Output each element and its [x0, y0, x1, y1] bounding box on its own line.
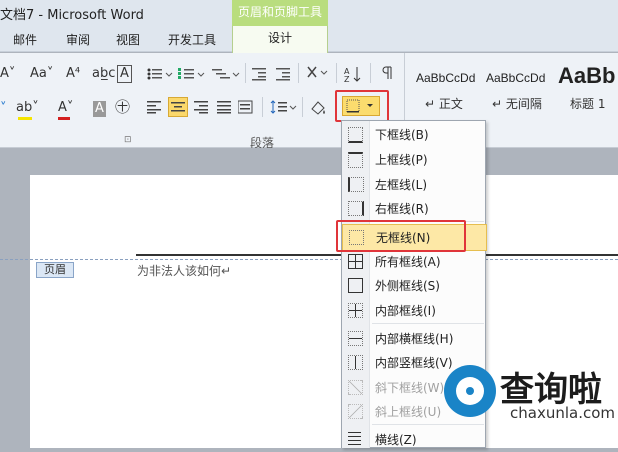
menu-item-label: 内部框线(I)	[375, 304, 436, 318]
justify-icon[interactable]	[217, 100, 233, 114]
character-shading-icon[interactable]: A	[93, 101, 106, 117]
bottom-border-icon	[348, 127, 363, 143]
align-left-icon[interactable]	[147, 100, 163, 114]
menu-item-inside-borders[interactable]: 内部框线(I)	[342, 298, 485, 323]
inside-vertical-border-icon	[348, 355, 363, 370]
watermark-url: chaxunla.com	[510, 404, 615, 422]
window-title: 文档7 - Microsoft Word	[0, 8, 144, 23]
align-center-icon	[171, 102, 185, 112]
menu-item-label: 右框线(R)	[375, 202, 429, 216]
header-text[interactable]: 为非法人该如何↵	[137, 262, 231, 279]
shading-icon[interactable]	[309, 99, 331, 117]
align-center-button[interactable]	[168, 97, 188, 117]
font-color-icon[interactable]: A˅	[58, 100, 73, 116]
style-sample-heading1[interactable]: AaBb	[558, 63, 615, 89]
menu-item-horizontal-line[interactable]: 横线(Z)	[342, 427, 485, 452]
header-bottom-border	[136, 254, 346, 256]
menu-item-right-border[interactable]: 右框线(R)	[342, 196, 485, 221]
top-border-icon	[348, 152, 363, 168]
menu-item-label: 横线(Z)	[375, 433, 417, 447]
asian-layout-icon[interactable]	[306, 65, 330, 81]
separator	[298, 63, 299, 83]
watermark-logo-dot	[466, 387, 474, 395]
separator	[262, 97, 263, 117]
menu-item-outside-borders[interactable]: 外侧框线(S)	[342, 273, 485, 298]
menu-item-top-border[interactable]: 上框线(P)	[342, 147, 485, 172]
menu-item-label: 上框线(P)	[375, 153, 428, 167]
tab-view[interactable]: 视图	[116, 31, 140, 48]
menu-item-bottom-border[interactable]: 下框线(B)	[342, 122, 485, 147]
diagonal-up-border-icon	[348, 404, 363, 419]
horizontal-line-icon	[348, 432, 361, 445]
separator	[370, 63, 371, 83]
menu-item-all-borders[interactable]: 所有框线(A)	[342, 249, 485, 274]
tab-review[interactable]: 审阅	[66, 31, 90, 48]
menu-item-left-border[interactable]: 左框线(L)	[342, 172, 485, 197]
borders-button-highlight-frame	[335, 90, 389, 122]
line-spacing-icon[interactable]	[270, 99, 298, 115]
character-border-icon[interactable]: A	[117, 65, 132, 83]
menu-item-label: 内部横框线(H)	[375, 332, 454, 346]
paragraph-dialog-launcher-icon[interactable]: ⊡	[124, 135, 132, 145]
tab-developer[interactable]: 开发工具	[168, 31, 216, 48]
outside-borders-icon	[348, 278, 363, 293]
menu-item-label: 左框线(L)	[375, 178, 428, 192]
menu-separator	[372, 424, 484, 425]
svg-text:Z: Z	[344, 75, 350, 83]
style-name-no-spacing[interactable]: ↵ 无间隔	[492, 95, 542, 112]
menu-separator	[372, 323, 484, 324]
menu-item-inside-horizontal-border[interactable]: 内部横框线(H)	[342, 326, 485, 351]
all-borders-icon	[348, 254, 363, 269]
header-label-tag: 页眉	[36, 262, 74, 278]
phonetic-icon[interactable]: ab̲c	[92, 66, 115, 82]
sort-icon[interactable]: A Z	[344, 65, 364, 83]
menu-item-label: 所有框线(A)	[375, 255, 441, 269]
tab-mailings[interactable]: 邮件	[13, 31, 37, 48]
highlight-color-icon[interactable]: ab˅	[16, 100, 39, 116]
numbering-icon[interactable]	[178, 67, 208, 81]
menu-item-label: 外侧框线(S)	[375, 279, 440, 293]
menu-item-label: 斜下框线(W)	[375, 381, 445, 395]
text-effects-icon[interactable]: ˅	[0, 101, 7, 117]
left-border-icon	[348, 177, 364, 192]
increase-indent-icon[interactable]	[276, 67, 292, 81]
distributed-icon[interactable]	[238, 100, 254, 114]
style-name-heading1[interactable]: 标题 1	[570, 95, 605, 112]
phonetic-guide-icon[interactable]: A⁴	[66, 66, 80, 82]
menu-item-label: 斜上框线(U)	[375, 405, 442, 419]
context-tab-group-label: 页眉和页脚工具	[232, 0, 328, 26]
ribbon: A˅ Aa˅ A⁴ ab̲c A A Z ˅ ab˅ A˅ A ㊉ AaBbCc…	[0, 53, 618, 148]
separator	[245, 63, 246, 83]
change-case-icon[interactable]: Aa˅	[30, 66, 53, 82]
font-color-swatch	[58, 117, 70, 120]
style-sample-no-spacing[interactable]: AaBbCcDd	[486, 71, 545, 85]
header-boundary-line	[0, 259, 618, 260]
diagonal-down-border-icon	[348, 380, 363, 395]
inside-horizontal-border-icon	[348, 331, 363, 346]
grow-font-icon[interactable]: A˅	[0, 66, 15, 82]
right-border-icon	[348, 201, 364, 216]
style-name-normal[interactable]: ↵ 正文	[425, 95, 463, 112]
menu-item-label: 下框线(B)	[375, 128, 429, 142]
show-formatting-icon[interactable]	[380, 66, 394, 80]
enclose-characters-icon[interactable]: ㊉	[115, 99, 130, 115]
align-right-icon[interactable]	[194, 100, 210, 114]
multilevel-list-icon[interactable]	[212, 67, 242, 81]
inside-borders-icon	[348, 303, 363, 318]
bullets-icon[interactable]	[146, 67, 176, 81]
separator	[336, 63, 337, 83]
menu-item-label: 内部竖框线(V)	[375, 356, 453, 370]
style-sample-normal[interactable]: AaBbCcDd	[416, 71, 475, 85]
separator	[302, 97, 303, 117]
header-bottom-border	[470, 254, 618, 256]
no-border-highlight-frame	[336, 220, 466, 252]
tab-design[interactable]: 设计	[232, 26, 328, 53]
decrease-indent-icon[interactable]	[252, 67, 268, 81]
highlight-swatch	[18, 117, 32, 120]
